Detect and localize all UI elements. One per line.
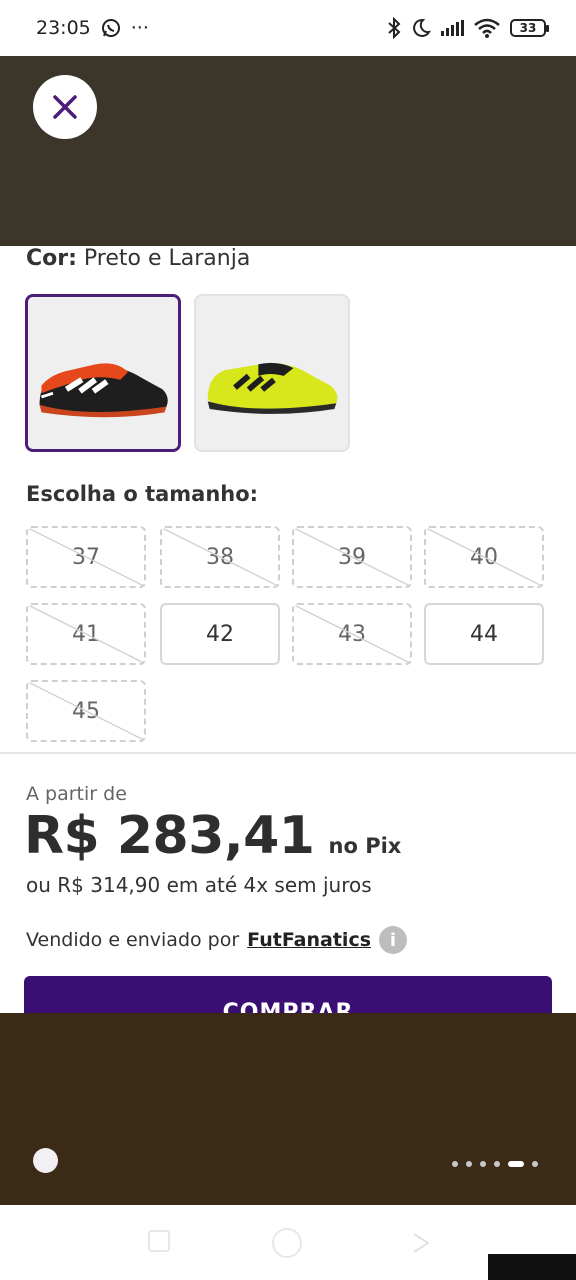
close-button[interactable] [33,75,97,139]
info-icon[interactable]: i [379,926,408,954]
status-more-icon: ··· [130,17,149,39]
status-time: 23:05 [36,17,91,39]
floating-dot-button[interactable] [33,1148,58,1173]
seller-link[interactable]: FutFanatics [247,929,371,951]
price-row: R$ 283,41 no Pix [24,806,401,866]
unavailable-slash [162,528,278,586]
pager-dot [494,1161,500,1167]
size-option-37: 37 [26,526,146,588]
unavailable-slash [28,682,144,740]
price-from-label: A partir de [26,783,127,805]
back-icon[interactable] [410,1232,432,1254]
unavailable-slash [28,605,144,663]
unavailable-slash [426,528,542,586]
bluetooth-icon [388,17,401,39]
installments-text: ou R$ 314,90 em até 4x sem juros [26,873,372,897]
pager-indicator [452,1161,538,1167]
pager-dot [466,1161,472,1167]
size-option-label: 42 [206,621,234,647]
seller-prefix: Vendido e enviado por [26,929,240,951]
pager-dot-active [508,1161,524,1167]
wifi-icon [474,18,500,38]
size-option-38: 38 [160,526,280,588]
recents-button[interactable] [148,1230,170,1252]
bottom-dim-overlay [0,1013,576,1205]
size-option-39: 39 [292,526,412,588]
seller-info: Vendido e enviado por FutFanatics i [26,926,408,954]
size-option-42[interactable]: 42 [160,603,280,665]
color-option-yellow-black[interactable] [194,294,350,452]
status-bar: 23:05 ··· 33 [0,0,576,56]
size-option-40: 40 [424,526,544,588]
size-option-44[interactable]: 44 [424,603,544,665]
close-icon [53,95,77,119]
unavailable-slash [294,605,410,663]
price-value: R$ 283,41 [24,806,315,866]
battery-level: 33 [519,21,537,35]
color-value: Preto e Laranja [83,246,251,271]
unavailable-slash [294,528,410,586]
moon-icon [413,18,431,37]
system-bar-edge [488,1254,576,1280]
color-label: Cor: Preto e Laranja [26,246,250,271]
pager-dot [452,1161,458,1167]
pix-label: no Pix [328,834,402,858]
whatsapp-icon [101,19,120,37]
size-option-45: 45 [26,680,146,742]
battery-icon: 33 [510,19,549,37]
divider [0,752,576,754]
pager-dot [532,1161,538,1167]
size-section-title: Escolha o tamanho: [26,482,259,506]
pager-dot [480,1161,486,1167]
size-option-label: 44 [470,621,498,647]
color-option-black-orange[interactable] [25,294,181,452]
shoe-yellow-black-image [196,296,348,450]
color-label-prefix: Cor: [26,246,77,271]
signal-icon [441,20,464,36]
size-option-43: 43 [292,603,412,665]
shoe-black-orange-image [28,297,178,449]
size-option-41: 41 [26,603,146,665]
home-button[interactable] [272,1228,302,1258]
unavailable-slash [28,528,144,586]
